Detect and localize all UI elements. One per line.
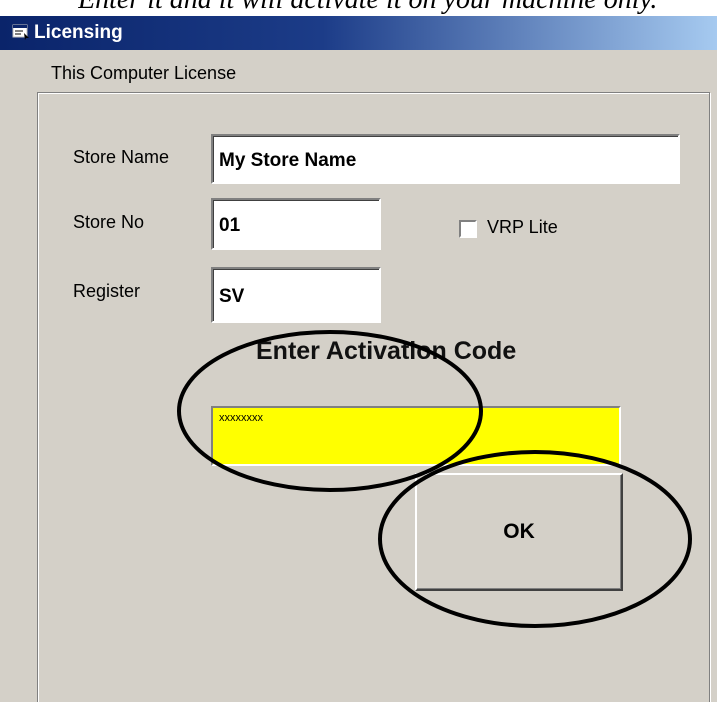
- register-label: Register: [73, 281, 141, 301]
- register-input[interactable]: [211, 267, 381, 323]
- groupbox-label: This Computer License: [48, 63, 240, 84]
- store-no-label: Store No: [73, 212, 145, 232]
- store-name-input[interactable]: [211, 134, 680, 184]
- ok-button[interactable]: OK: [415, 473, 623, 591]
- vrp-lite-label[interactable]: VRP Lite: [487, 217, 558, 238]
- store-no-input[interactable]: [211, 198, 381, 250]
- clipped-caption: Enter it and it will activate it on your…: [78, 0, 678, 14]
- vrp-lite-checkbox[interactable]: [459, 220, 477, 238]
- activation-code-input[interactable]: xxxxxxxx: [211, 406, 621, 466]
- store-name-label: Store Name: [73, 147, 170, 167]
- activation-heading: Enter Activation Code: [256, 337, 517, 365]
- app-icon: [12, 24, 29, 40]
- title-bar[interactable]: Licensing: [0, 16, 717, 50]
- window-title: Licensing: [34, 22, 123, 43]
